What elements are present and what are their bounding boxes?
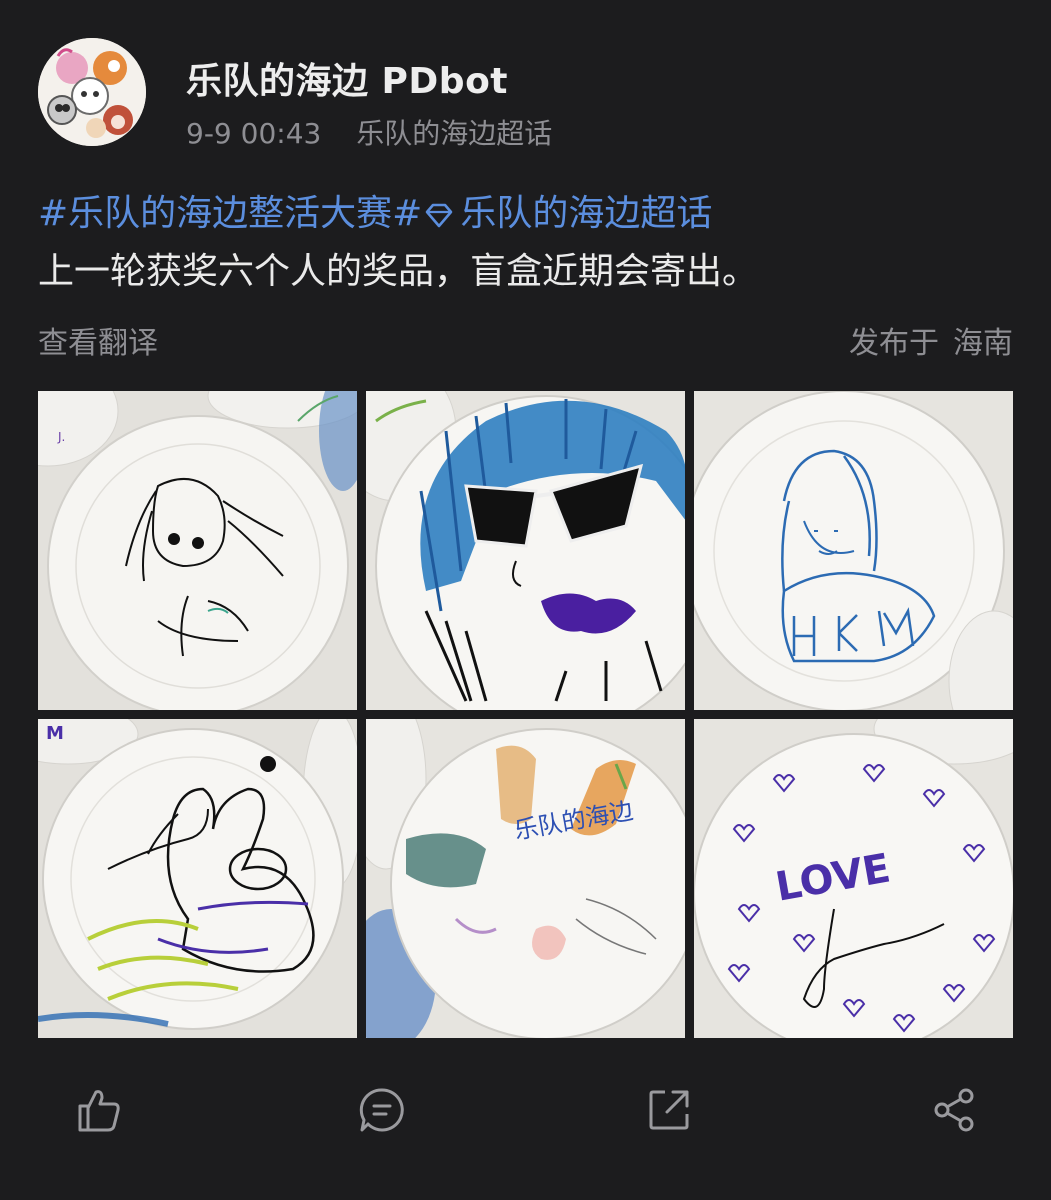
photo-plate-hand[interactable]: M bbox=[38, 719, 357, 1038]
translate-row: 查看翻译 发布于 海南 bbox=[38, 318, 1013, 361]
svg-text:J.: J. bbox=[57, 430, 65, 444]
post-source-topic[interactable]: 乐队的海边超话 bbox=[356, 117, 552, 150]
share-icon bbox=[934, 1088, 974, 1132]
post-location: 发布于 海南 bbox=[849, 318, 1013, 362]
photo-plate-hands[interactable]: 乐队的海边 bbox=[366, 719, 685, 1038]
photo-plate-girl[interactable]: J. bbox=[38, 391, 357, 710]
svg-text:M: M bbox=[46, 723, 64, 744]
comment-button[interactable] bbox=[356, 1084, 408, 1136]
hashtag-supertopic[interactable]: 乐队的海边超话 bbox=[460, 193, 712, 234]
post-header: 乐队的海边 PDbot 9-9 00:43 乐队的海边超话 bbox=[38, 38, 1013, 150]
photo-plate-love[interactable]: LOVE bbox=[694, 719, 1013, 1038]
hashtag-line: #乐队的海边整活大赛# 乐队的海边超话 bbox=[38, 188, 1013, 244]
post-time: 9-9 00:43 bbox=[186, 117, 322, 150]
post-body: #乐队的海边整活大赛# 乐队的海边超话 上一轮获奖六个人的奖品，盲盒近期会寄出。 bbox=[38, 188, 1013, 300]
repost-icon bbox=[649, 1090, 689, 1130]
location-prefix: 发布于 bbox=[849, 326, 939, 361]
photo-plate-sunglasses[interactable] bbox=[366, 391, 685, 710]
avatar[interactable] bbox=[38, 38, 146, 146]
comment-icon bbox=[359, 1088, 404, 1132]
supertopic-icon bbox=[424, 192, 454, 244]
repost-button[interactable] bbox=[643, 1084, 695, 1136]
translate-link[interactable]: 查看翻译 bbox=[38, 318, 158, 362]
location-name[interactable]: 海南 bbox=[953, 326, 1013, 361]
photo-plate-hkm[interactable] bbox=[694, 391, 1013, 710]
like-button[interactable] bbox=[72, 1084, 124, 1136]
hashtag-contest[interactable]: #乐队的海边整活大赛# bbox=[38, 193, 422, 234]
post-text: 上一轮获奖六个人的奖品，盲盒近期会寄出。 bbox=[38, 251, 759, 292]
author-name[interactable]: 乐队的海边 PDbot bbox=[186, 52, 508, 104]
photo-grid: J. M 乐队的海边 LOVE bbox=[38, 391, 1013, 1038]
action-bar bbox=[0, 1070, 1051, 1150]
like-icon bbox=[78, 1090, 120, 1132]
post-meta: 9-9 00:43 乐队的海边超话 bbox=[186, 112, 552, 152]
share-button[interactable] bbox=[928, 1084, 980, 1136]
